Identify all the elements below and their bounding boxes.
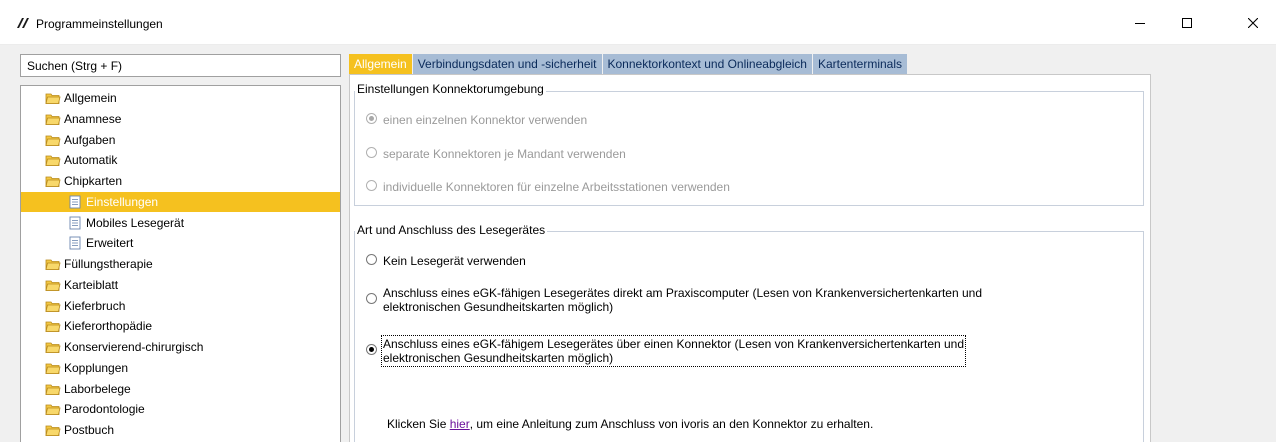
search-input[interactable]: Suchen (Strg + F) <box>20 54 341 77</box>
radio-button[interactable] <box>366 113 377 124</box>
folder-icon <box>45 112 61 126</box>
minimize-icon <box>1135 22 1145 24</box>
folder-icon <box>45 91 61 105</box>
tree-item-füllungstherapie[interactable]: Füllungstherapie <box>21 254 340 274</box>
minimize-button[interactable] <box>1117 0 1163 45</box>
tree-item-erweitert[interactable]: Erweitert <box>21 233 340 253</box>
tree-item-label: Kopplungen <box>64 360 129 375</box>
radio-label-line1: Anschluss eines eGK-fähigem Lesegerätes … <box>383 337 965 351</box>
content-panel: Einstellungen Konnektorumgebung einen ei… <box>349 74 1151 442</box>
tree-item-label: Füllungstherapie <box>64 257 153 271</box>
tree-item-label: Kieferbruch <box>64 298 126 313</box>
tab-konnektorkontext[interactable]: Konnektorkontext und Onlineabgleich <box>602 54 812 74</box>
tree-item-konservierend-chirurgisch[interactable]: Konservierend-chirurgisch <box>21 337 340 357</box>
tree-item-label: Parodontologie <box>64 402 145 417</box>
folder-icon <box>45 423 61 437</box>
tree-item-label: Postbuch <box>64 423 115 437</box>
group-title-connector-environment: Einstellungen Konnektorumgebung <box>355 82 546 96</box>
maximize-button[interactable] <box>1164 0 1210 45</box>
radio-label-line2: elektronischen Gesundheitskarten möglich… <box>383 351 614 365</box>
tree-item-label: Allgemein <box>64 91 117 105</box>
radio-button[interactable] <box>366 147 377 158</box>
tree-item-label: Einstellungen <box>86 194 159 209</box>
radio-button[interactable] <box>366 293 377 304</box>
folder-icon <box>45 153 61 167</box>
tree-item-label: Karteiblatt <box>64 277 119 292</box>
tree-item-einstellungen[interactable]: Einstellungen <box>21 191 340 212</box>
radio-label: einen einzelnen Konnektor verwenden <box>383 113 588 127</box>
folder-icon <box>45 299 61 313</box>
hint-before: Klicken Sie <box>387 417 450 431</box>
tree-item-label: Automatik <box>64 153 118 168</box>
window-title: Programmeinstellungen <box>36 17 163 31</box>
tree-item-label: Kieferorthopädie <box>64 319 153 334</box>
tree-item-label: Laborbelege <box>64 381 131 396</box>
folder-icon <box>45 402 61 416</box>
tree-item-label: Erweitert <box>86 236 134 251</box>
tree-item-parodontologie[interactable]: Parodontologie <box>21 399 340 419</box>
folder-icon <box>45 382 61 396</box>
folder-icon <box>45 133 61 147</box>
tree-item-mobiles-lesegerät[interactable]: Mobiles Lesegerät <box>21 213 340 233</box>
folder-icon <box>45 257 61 271</box>
maximize-icon <box>1182 17 1192 28</box>
radio-option-direct-reader[interactable]: Anschluss eines eGK-fähigen Lesegerätes … <box>366 286 982 314</box>
page-icon <box>67 236 83 250</box>
tree-item-kieferbruch[interactable]: Kieferbruch <box>21 296 340 316</box>
tree-item-kieferorthopädie[interactable]: Kieferorthopädie <box>21 316 340 336</box>
app-logo-icon <box>17 18 29 28</box>
tree-item-aufgaben[interactable]: Aufgaben <box>21 130 340 150</box>
settings-tree: Allgemein Anamnese Aufgaben Automatik Chipka… <box>20 85 341 442</box>
radio-label-line2: elektronischen Gesundheitskarten möglich… <box>383 300 614 314</box>
page-icon <box>67 195 83 209</box>
folder-icon <box>45 278 61 292</box>
tree-item-label: Konservierend-chirurgisch <box>64 340 204 354</box>
close-icon <box>1248 17 1258 28</box>
tree-item-kopplungen[interactable]: Kopplungen <box>21 358 340 378</box>
tab-allgemein[interactable]: Allgemein <box>349 54 412 74</box>
title-bar: Programmeinstellungen <box>0 0 1276 45</box>
radio-label: Anschluss eines eGK-fähigem Lesegerätes … <box>380 335 967 367</box>
radio-label: individuelle Konnektoren für einzelne Ar… <box>383 180 730 194</box>
tree-item-postbuch[interactable]: Postbuch <box>21 420 340 440</box>
folder-icon <box>45 340 61 354</box>
folder-icon <box>45 319 61 333</box>
tree-item-label: Aufgaben <box>64 132 116 147</box>
tree-item-allgemein[interactable]: Allgemein <box>21 88 340 108</box>
hint-after: , um eine Anleitung zum Anschluss von iv… <box>469 417 874 431</box>
radio-button[interactable] <box>366 180 377 191</box>
tree-item-anamnese[interactable]: Anamnese <box>21 109 340 129</box>
tree-item-label: Chipkarten <box>64 174 123 188</box>
tree-item-karteiblatt[interactable]: Karteiblatt <box>21 275 340 295</box>
radio-label-line1: Anschluss eines eGK-fähigen Lesegerätes … <box>383 286 982 300</box>
page-icon <box>67 216 83 230</box>
tab-bar: Allgemein Verbindungsdaten und -sicherhe… <box>349 54 908 74</box>
tree-item-laborbelege[interactable]: Laborbelege <box>21 379 340 399</box>
radio-label: Anschluss eines eGK-fähigen Lesegerätes … <box>383 286 982 314</box>
tree-item-label: Anamnese <box>64 111 122 126</box>
radio-option-connector-reader[interactable]: Anschluss eines eGK-fähigem Lesegerätes … <box>366 335 967 367</box>
tree-item-chipkarten[interactable]: Chipkarten <box>21 171 340 191</box>
close-button[interactable] <box>1230 0 1276 45</box>
group-title-reader-connection: Art und Anschluss des Lesegerätes <box>355 223 548 237</box>
folder-icon <box>45 361 61 375</box>
radio-label: Kein Lesegerät verwenden <box>383 254 526 268</box>
hint-text: Klicken Sie hier , um eine Anleitung zum… <box>387 417 873 431</box>
radio-label: separate Konnektoren je Mandant verwende… <box>383 147 626 161</box>
tab-verbindungsdaten[interactable]: Verbindungsdaten und -sicherheit <box>412 54 602 74</box>
tree-item-label: Mobiles Lesegerät <box>86 215 185 230</box>
folder-icon <box>45 174 61 188</box>
radio-button[interactable] <box>366 254 377 265</box>
tree-item-automatik[interactable]: Automatik <box>21 150 340 170</box>
radio-option-single-connector[interactable]: einen einzelnen Konnektor verwenden <box>366 113 587 127</box>
radio-option-no-reader[interactable]: Kein Lesegerät verwenden <box>366 254 526 268</box>
instructions-link[interactable]: hier <box>450 417 470 431</box>
radio-button[interactable] <box>366 344 377 355</box>
radio-option-connector-per-client[interactable]: separate Konnektoren je Mandant verwende… <box>366 147 626 161</box>
tab-kartenterminals[interactable]: Kartenterminals <box>812 54 908 74</box>
radio-option-connector-per-workstation[interactable]: individuelle Konnektoren für einzelne Ar… <box>366 180 730 194</box>
